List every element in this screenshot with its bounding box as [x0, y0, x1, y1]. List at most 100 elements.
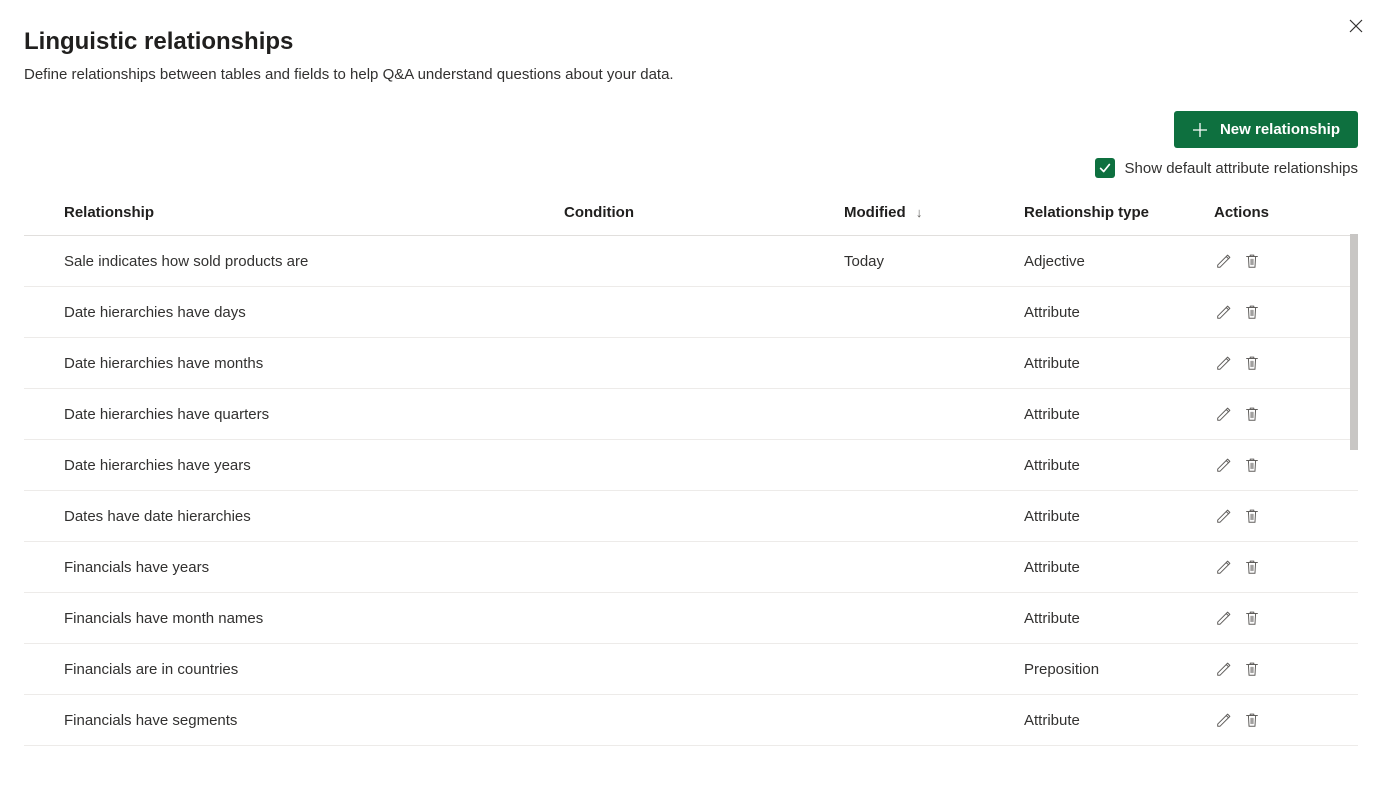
- delete-button[interactable]: [1242, 404, 1262, 424]
- cell-actions: [1174, 644, 1358, 695]
- cell-type: Attribute: [984, 695, 1174, 746]
- column-header-condition[interactable]: Condition: [524, 190, 804, 236]
- table-row[interactable]: Sale indicates how sold products areToda…: [24, 236, 1358, 287]
- trash-icon: [1243, 303, 1261, 321]
- cell-actions: [1174, 695, 1358, 746]
- edit-button[interactable]: [1214, 659, 1234, 679]
- delete-button[interactable]: [1242, 302, 1262, 322]
- edit-button[interactable]: [1214, 353, 1234, 373]
- cell-actions: [1174, 338, 1358, 389]
- delete-button[interactable]: [1242, 608, 1262, 628]
- cell-type: Attribute: [984, 440, 1174, 491]
- delete-button[interactable]: [1242, 455, 1262, 475]
- cell-relationship: Financials are in countries: [24, 644, 524, 695]
- cell-actions: [1174, 542, 1358, 593]
- delete-button[interactable]: [1242, 557, 1262, 577]
- cell-modified: [804, 440, 984, 491]
- edit-button[interactable]: [1214, 608, 1234, 628]
- vertical-scrollbar[interactable]: [1350, 234, 1358, 450]
- cell-relationship: Financials have segments: [24, 695, 524, 746]
- cell-type: Adjective: [984, 236, 1174, 287]
- trash-icon: [1243, 405, 1261, 423]
- cell-actions: [1174, 236, 1358, 287]
- cell-relationship: Dates have date hierarchies: [24, 491, 524, 542]
- edit-button[interactable]: [1214, 506, 1234, 526]
- edit-button[interactable]: [1214, 455, 1234, 475]
- dialog-content: Linguistic relationships Define relation…: [0, 0, 1382, 746]
- cell-type: Attribute: [984, 593, 1174, 644]
- edit-button[interactable]: [1214, 251, 1234, 271]
- cell-actions: [1174, 491, 1358, 542]
- table-row[interactable]: Financials have month names Attribute: [24, 593, 1358, 644]
- checkmark-icon: [1098, 161, 1112, 175]
- table-row[interactable]: Date hierarchies have monthsAttribute: [24, 338, 1358, 389]
- column-header-relationship[interactable]: Relationship: [24, 190, 524, 236]
- cell-condition: [524, 236, 804, 287]
- cell-modified: [804, 542, 984, 593]
- pencil-icon: [1215, 609, 1233, 627]
- cell-modified: [804, 644, 984, 695]
- cell-actions: [1174, 593, 1358, 644]
- table-row[interactable]: Financials are in countries Preposition: [24, 644, 1358, 695]
- cell-relationship: Date hierarchies have years: [24, 440, 524, 491]
- delete-button[interactable]: [1242, 710, 1262, 730]
- pencil-icon: [1215, 354, 1233, 372]
- pencil-icon: [1215, 558, 1233, 576]
- table-row[interactable]: Date hierarchies have years Attribute: [24, 440, 1358, 491]
- cell-modified: [804, 695, 984, 746]
- table-row[interactable]: Financials have segments Attribute: [24, 695, 1358, 746]
- cell-relationship: Financials have month names: [24, 593, 524, 644]
- column-header-modified[interactable]: Modified ↓: [804, 190, 984, 236]
- delete-button[interactable]: [1242, 251, 1262, 271]
- pencil-icon: [1215, 507, 1233, 525]
- table-row[interactable]: Date hierarchies have days Attribute: [24, 287, 1358, 338]
- page-subtitle: Define relationships between tables and …: [24, 66, 1358, 83]
- delete-button[interactable]: [1242, 659, 1262, 679]
- cell-type: Preposition: [984, 644, 1174, 695]
- edit-button[interactable]: [1214, 710, 1234, 730]
- cell-condition: [524, 440, 804, 491]
- trash-icon: [1243, 354, 1261, 372]
- cell-actions: [1174, 440, 1358, 491]
- cell-relationship: Date hierarchies have days: [24, 287, 524, 338]
- cell-modified: [804, 287, 984, 338]
- show-default-label: Show default attribute relationships: [1125, 160, 1358, 177]
- relationships-table: Relationship Condition Modified ↓ Relati…: [24, 190, 1358, 746]
- cell-modified: [804, 491, 984, 542]
- edit-button[interactable]: [1214, 302, 1234, 322]
- page-title: Linguistic relationships: [24, 28, 1358, 56]
- cell-condition: [524, 491, 804, 542]
- cell-condition: [524, 389, 804, 440]
- cell-type: Attribute: [984, 491, 1174, 542]
- show-default-checkbox[interactable]: Show default attribute relationships: [1095, 158, 1358, 178]
- trash-icon: [1243, 660, 1261, 678]
- cell-condition: [524, 542, 804, 593]
- delete-button[interactable]: [1242, 506, 1262, 526]
- cell-condition: [524, 593, 804, 644]
- pencil-icon: [1215, 405, 1233, 423]
- close-icon: [1348, 18, 1364, 34]
- delete-button[interactable]: [1242, 353, 1262, 373]
- cell-relationship: Date hierarchies have quarters: [24, 389, 524, 440]
- new-relationship-button[interactable]: New relationship: [1174, 111, 1358, 148]
- trash-icon: [1243, 252, 1261, 270]
- edit-button[interactable]: [1214, 557, 1234, 577]
- pencil-icon: [1215, 660, 1233, 678]
- table-row[interactable]: Financials have yearsAttribute: [24, 542, 1358, 593]
- cell-condition: [524, 695, 804, 746]
- close-button[interactable]: [1344, 14, 1368, 38]
- table-row[interactable]: Dates have date hierarchies Attribute: [24, 491, 1358, 542]
- table-row[interactable]: Date hierarchies have quartersAttribute: [24, 389, 1358, 440]
- sort-descending-icon: ↓: [916, 205, 923, 220]
- cell-type: Attribute: [984, 287, 1174, 338]
- cell-relationship: Date hierarchies have months: [24, 338, 524, 389]
- pencil-icon: [1215, 711, 1233, 729]
- new-relationship-label: New relationship: [1220, 121, 1340, 138]
- cell-condition: [524, 338, 804, 389]
- edit-button[interactable]: [1214, 404, 1234, 424]
- trash-icon: [1243, 456, 1261, 474]
- cell-type: Attribute: [984, 542, 1174, 593]
- column-header-modified-label: Modified: [844, 204, 906, 221]
- column-header-type[interactable]: Relationship type: [984, 190, 1174, 236]
- cell-relationship: Sale indicates how sold products are: [24, 236, 524, 287]
